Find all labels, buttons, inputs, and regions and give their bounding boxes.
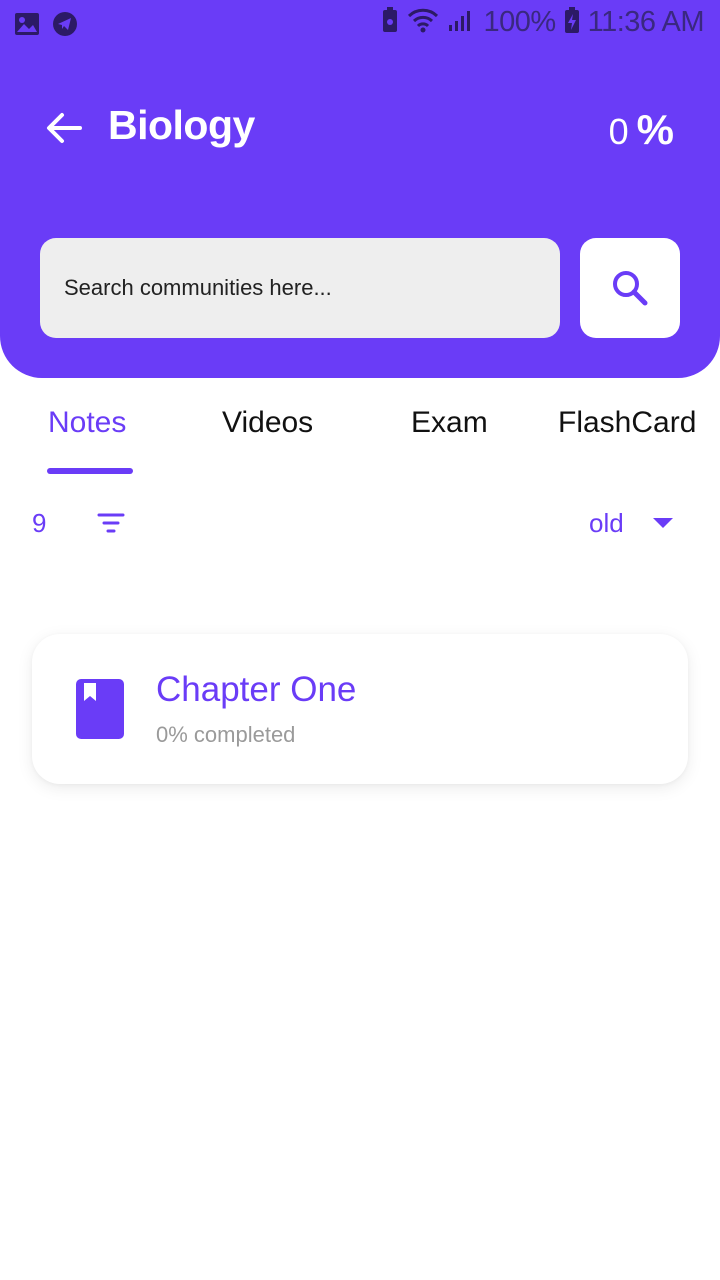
tab-notes[interactable]: Notes <box>48 406 126 440</box>
clock: 11:36 AM <box>587 6 705 38</box>
wifi-icon <box>407 7 439 38</box>
chapter-progress: 0% completed <box>156 722 296 747</box>
battery-percent: 100% <box>483 6 556 38</box>
chapter-title: Chapter One <box>156 670 357 709</box>
tab-flashcard[interactable]: FlashCard <box>558 406 696 440</box>
back-button[interactable] <box>44 108 84 148</box>
sort-dropdown-value[interactable]: old <box>589 508 624 539</box>
tab-bar: Notes Videos Exam FlashCard <box>0 392 720 476</box>
filter-bar: 9 old <box>0 500 720 546</box>
item-count: 9 <box>32 508 47 538</box>
filter-button[interactable] <box>96 510 126 536</box>
percent-symbol: % <box>636 106 674 153</box>
arrow-left-icon <box>47 113 82 143</box>
battery-charging-icon <box>564 6 580 39</box>
filter-list-icon <box>97 513 125 533</box>
status-bar: 100% 11:36 AM <box>0 0 720 50</box>
search-icon <box>613 271 648 306</box>
progress-percent: 0 % <box>609 106 674 154</box>
active-tab-indicator <box>47 468 133 474</box>
tab-exam[interactable]: Exam <box>411 406 488 440</box>
app-header: 100% 11:36 AM Biology 0 % <box>0 0 720 378</box>
search-field[interactable] <box>40 238 560 338</box>
search-button[interactable] <box>580 238 680 338</box>
tab-videos[interactable]: Videos <box>222 406 313 440</box>
search-input[interactable] <box>64 238 544 338</box>
battery-saver-icon <box>381 6 399 39</box>
caret-down-icon <box>653 518 673 528</box>
page-title: Biology <box>108 102 255 148</box>
gallery-notification-icon <box>14 12 40 41</box>
progress-value: 0 <box>608 111 629 152</box>
signal-icon <box>447 7 475 38</box>
telegram-notification-icon <box>52 11 78 42</box>
sort-dropdown-button[interactable] <box>651 516 675 530</box>
chapter-card[interactable]: Chapter One 0% completed <box>32 634 688 784</box>
bookmark-book-icon <box>76 679 124 739</box>
